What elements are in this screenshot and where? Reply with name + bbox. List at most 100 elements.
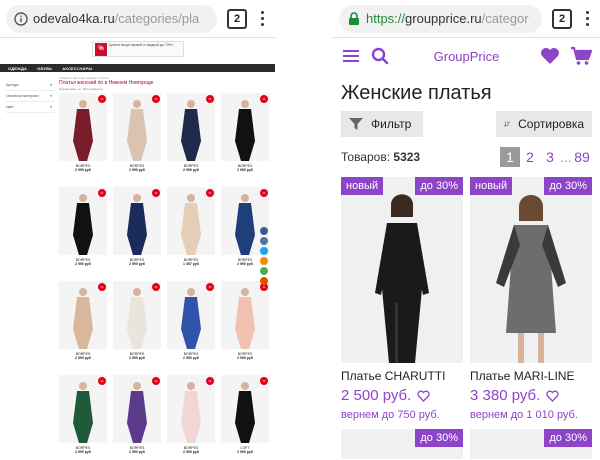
product-card[interactable]: % BORPES 2 990 руб <box>221 281 269 371</box>
lock-icon[interactable] <box>347 11 361 26</box>
sale-badge: % <box>206 189 214 197</box>
product-photo[interactable]: % <box>113 375 161 443</box>
page-title: Платья женский по в Нижнем Новгороде <box>59 80 154 86</box>
product-card[interactable]: % BORPES 2 990 руб <box>167 281 215 371</box>
page-2[interactable]: 2 <box>520 149 540 165</box>
cart-icon[interactable] <box>570 46 592 66</box>
filter-button[interactable]: Фильтр <box>341 111 423 137</box>
tab-switcher-button[interactable]: 2 <box>552 8 572 29</box>
address-bar[interactable]: odevalo4ka.ru/categories/pla <box>6 4 217 33</box>
product-photo[interactable]: % <box>221 375 269 443</box>
filter-material[interactable]: Основной материал ▾ <box>6 91 55 102</box>
product-name[interactable]: Платье MARI-LINE <box>470 369 592 383</box>
url-host: odevalo4ka.ru <box>33 11 115 26</box>
product-photo[interactable]: % <box>59 375 107 443</box>
product-name[interactable]: Платье CHARUTTI <box>341 369 463 383</box>
add-to-favorites-heart-icon[interactable] <box>546 390 559 402</box>
product-card[interactable]: % BORPES 2 990 руб <box>59 375 107 460</box>
product-card[interactable]: до 30% <box>470 429 592 459</box>
sale-badge: % <box>152 95 160 103</box>
results-meta: Товаров: 5323 1 2 3 ... 89 <box>333 137 600 177</box>
filter-label: Цвет <box>6 105 14 109</box>
product-card[interactable]: % BORPES 2 990 руб <box>113 187 161 277</box>
product-card[interactable]: % BORPES 1 497 руб <box>167 187 215 277</box>
product-card[interactable]: % LOFT 2 990 руб <box>221 375 269 460</box>
dress-figure-icon <box>181 382 201 443</box>
product-photo[interactable]: % <box>167 281 215 349</box>
search-icon[interactable] <box>371 47 389 65</box>
add-to-favorites-heart-icon[interactable] <box>417 390 430 402</box>
product-photo[interactable]: % <box>113 281 161 349</box>
product-card[interactable]: до 30% <box>341 429 463 459</box>
product-card[interactable]: % BORPES 2 990 руб <box>113 281 161 371</box>
address-bar[interactable]: https://groupprice.ru/categor <box>339 4 542 33</box>
product-price: 2 990 руб <box>237 168 253 172</box>
dress-figure-icon <box>127 100 147 161</box>
product-card[interactable]: % BORPES 2 990 руб <box>59 93 107 183</box>
twitter-icon[interactable] <box>260 247 268 255</box>
hamburger-menu-icon[interactable] <box>343 50 359 62</box>
sort-icon <box>504 121 511 127</box>
url-path: /categor <box>481 11 529 26</box>
new-badge: новый <box>341 177 384 195</box>
product-photo[interactable]: % <box>167 93 215 161</box>
discount-badge: до 30% <box>544 429 592 447</box>
product-photo[interactable]: до 30% <box>341 429 463 459</box>
sort-button[interactable]: Сортировка <box>496 111 592 137</box>
whatsapp-icon[interactable] <box>260 267 268 275</box>
product-photo[interactable]: % <box>221 281 269 349</box>
cashback-text: вернем до 1 010 руб. <box>470 409 578 421</box>
chevron-down-icon: ▾ <box>50 105 52 109</box>
url-path: /categories/pla <box>114 11 200 26</box>
mail-icon[interactable] <box>260 277 268 285</box>
product-photo[interactable]: до 30% <box>470 429 592 459</box>
product-photo[interactable]: % <box>167 375 215 443</box>
nav-item-accessories[interactable]: АКСЕССУАРЫ <box>62 66 92 71</box>
product-price: 2 990 руб <box>183 356 199 360</box>
product-card[interactable]: % BORPES 2 990 руб <box>113 93 161 183</box>
product-card[interactable]: % BORPES 2 990 руб <box>113 375 161 460</box>
new-badge: новый <box>470 177 513 195</box>
product-photo[interactable]: % <box>113 187 161 255</box>
product-price: 1 497 руб <box>183 262 199 266</box>
product-photo[interactable]: % <box>59 93 107 161</box>
product-price: 2 990 руб <box>129 168 145 172</box>
product-photo[interactable]: % <box>59 281 107 349</box>
browser-menu-icon[interactable] <box>255 11 269 26</box>
tab-switcher-button[interactable]: 2 <box>227 8 247 29</box>
product-card[interactable]: новый до 30% Платье CHARUTTI 2 500 руб. … <box>341 177 463 421</box>
product-photo[interactable]: новый до 30% <box>470 177 592 363</box>
product-card[interactable]: % BORPES 2 990 руб <box>59 187 107 277</box>
promo-banner[interactable]: % Купите вещи первой и скидкой до 70%! <box>92 41 184 57</box>
facebook-icon[interactable] <box>260 227 268 235</box>
info-icon[interactable] <box>14 11 28 26</box>
sale-badge: % <box>152 283 160 291</box>
product-photo[interactable]: % <box>113 93 161 161</box>
product-photo[interactable]: % <box>167 187 215 255</box>
product-photo[interactable]: % <box>221 93 269 161</box>
odnoklassniki-icon[interactable] <box>260 257 268 265</box>
product-card[interactable]: % BORPES 2 990 руб <box>167 375 215 460</box>
product-card[interactable]: % BORPES 2 990 руб <box>59 281 107 371</box>
product-photo[interactable]: % <box>59 187 107 255</box>
social-share-bar <box>260 227 268 285</box>
vk-icon[interactable] <box>260 237 268 245</box>
nav-item-clothes[interactable]: ОДЕЖДА <box>8 66 27 71</box>
dress-figure-icon <box>181 194 201 255</box>
filter-brands[interactable]: Бренды ▾ <box>6 80 55 91</box>
browser-menu-icon[interactable] <box>580 11 594 26</box>
url-text: https://groupprice.ru/categor <box>366 11 529 26</box>
nav-item-shoes[interactable]: ОБУВЬ <box>37 66 52 71</box>
product-card[interactable]: % BORPES 2 990 руб <box>167 93 215 183</box>
product-photo[interactable]: новый до 30% <box>341 177 463 363</box>
page-1[interactable]: 1 <box>500 147 520 167</box>
favorites-heart-icon[interactable] <box>540 47 560 65</box>
product-card[interactable]: % BORPES 2 990 руб <box>221 93 269 183</box>
page-last[interactable]: 89 <box>572 149 592 165</box>
sort-button-label: Сортировка <box>518 117 584 131</box>
sale-badge: % <box>206 283 214 291</box>
filter-color[interactable]: Цвет ▾ <box>6 102 55 113</box>
page-3[interactable]: 3 <box>540 149 560 165</box>
dress-figure-icon <box>73 194 93 255</box>
product-card[interactable]: новый до 30% Платье MARI-LINE 3 380 руб.… <box>470 177 592 421</box>
